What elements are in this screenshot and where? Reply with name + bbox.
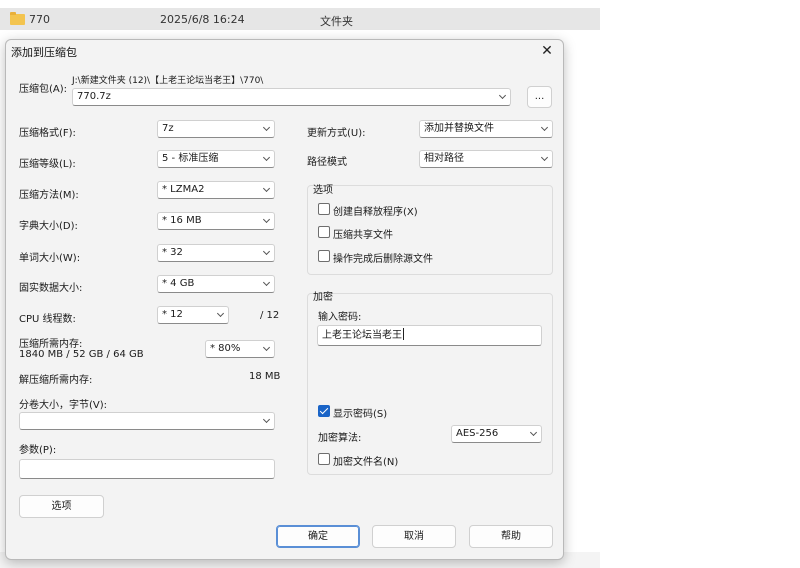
- dict-value: * 16 MB: [162, 215, 202, 226]
- file-name: 770: [29, 13, 50, 26]
- word-value: * 32: [162, 247, 183, 258]
- cpu-label: CPU 线程数:: [19, 314, 76, 325]
- params-input[interactable]: [19, 459, 275, 479]
- show-password-label[interactable]: 显示密码(S): [333, 405, 387, 420]
- archive-path: J:\新建文件夹 (12)\【上老王论坛当老王】\770\: [72, 76, 264, 86]
- format-combo[interactable]: 7z: [157, 120, 275, 138]
- file-date: 2025/6/8 16:24: [160, 13, 245, 26]
- archive-label: 压缩包(A):: [19, 84, 68, 95]
- cancel-button[interactable]: 取消: [372, 525, 456, 548]
- method-combo[interactable]: * LZMA2: [157, 181, 275, 199]
- update-label: 更新方式(U):: [307, 128, 366, 139]
- pathmode-value: 相对路径: [424, 153, 464, 164]
- help-button[interactable]: 帮助: [469, 525, 553, 548]
- mem-compress-value: * 80%: [210, 343, 241, 354]
- chevron-down-icon: [529, 428, 538, 437]
- mem-decompress-label: 解压缩所需内存:: [19, 375, 93, 386]
- volume-combo[interactable]: [19, 412, 275, 430]
- chevron-down-icon: [216, 309, 225, 318]
- explorer-file-row[interactable]: 770 2025/6/8 16:24 文件夹: [0, 8, 600, 30]
- pathmode-combo[interactable]: 相对路径: [419, 150, 553, 168]
- encryption-group-title: 加密: [313, 292, 333, 303]
- chevron-down-icon: [498, 91, 507, 100]
- archive-name-value: 770.7z: [77, 91, 111, 102]
- level-combo[interactable]: 5 - 标准压缩: [157, 150, 275, 168]
- show-password-checkbox[interactable]: [318, 405, 330, 417]
- mem-compress-label: 压缩所需内存:: [19, 339, 83, 350]
- mem-compress-detail: 1840 MB / 52 GB / 64 GB: [19, 349, 144, 360]
- password-value: 上老王论坛当老王: [322, 330, 402, 341]
- shared-checkbox[interactable]: [318, 226, 330, 238]
- text-cursor: [403, 328, 404, 340]
- chevron-down-icon: [262, 278, 271, 287]
- chevron-down-icon: [262, 343, 271, 352]
- add-to-archive-dialog: 添加到压缩包 ✕ 压缩包(A): J:\新建文件夹 (12)\【上老王论坛当老王…: [5, 39, 564, 560]
- chevron-down-icon: [262, 153, 271, 162]
- file-type: 文件夹: [320, 15, 353, 28]
- solid-combo[interactable]: * 4 GB: [157, 275, 275, 293]
- chevron-down-icon: [262, 415, 271, 424]
- encryption-method-combo[interactable]: AES-256: [451, 425, 542, 443]
- encryption-method-label: 加密算法:: [318, 433, 362, 444]
- options-button[interactable]: 选项: [19, 495, 104, 518]
- solid-label: 固实数据大小:: [19, 283, 83, 294]
- password-label: 输入密码:: [318, 312, 362, 323]
- folder-icon: [10, 12, 25, 25]
- chevron-down-icon: [262, 247, 271, 256]
- encrypt-names-label[interactable]: 加密文件名(N): [333, 453, 398, 468]
- dialog-title: 添加到压缩包: [11, 46, 77, 59]
- chevron-down-icon: [262, 184, 271, 193]
- options-group-title: 选项: [313, 185, 333, 196]
- method-value: * LZMA2: [162, 184, 205, 195]
- update-combo[interactable]: 添加并替换文件: [419, 120, 553, 138]
- shared-label[interactable]: 压缩共享文件: [333, 226, 393, 241]
- pathmode-label: 路径模式: [307, 157, 347, 168]
- mem-decompress-value: 18 MB: [249, 371, 281, 382]
- encrypt-names-checkbox[interactable]: [318, 453, 330, 465]
- sfx-checkbox[interactable]: [318, 203, 330, 215]
- params-label: 参数(P):: [19, 445, 57, 456]
- format-label: 压缩格式(F):: [19, 128, 76, 139]
- mem-compress-combo[interactable]: * 80%: [205, 340, 275, 358]
- chevron-down-icon: [262, 215, 271, 224]
- format-value: 7z: [162, 123, 174, 134]
- level-value: 5 - 标准压缩: [162, 153, 219, 164]
- method-label: 压缩方法(M):: [19, 190, 79, 201]
- chevron-down-icon: [540, 153, 549, 162]
- word-label: 单词大小(W):: [19, 253, 81, 264]
- cpu-max: / 12: [260, 310, 280, 321]
- dict-combo[interactable]: * 16 MB: [157, 212, 275, 230]
- level-label: 压缩等级(L):: [19, 159, 76, 170]
- browse-button[interactable]: ...: [527, 86, 552, 108]
- password-input[interactable]: 上老王论坛当老王: [317, 325, 542, 346]
- close-icon[interactable]: ✕: [535, 41, 559, 61]
- volume-label: 分卷大小，字节(V):: [19, 400, 108, 411]
- ok-button[interactable]: 确定: [276, 525, 360, 548]
- chevron-down-icon: [540, 123, 549, 132]
- dict-label: 字典大小(D):: [19, 221, 78, 232]
- delete-checkbox[interactable]: [318, 250, 330, 262]
- delete-label[interactable]: 操作完成后删除源文件: [333, 250, 433, 265]
- cpu-value: * 12: [162, 309, 183, 320]
- solid-value: * 4 GB: [162, 278, 195, 289]
- word-combo[interactable]: * 32: [157, 244, 275, 262]
- cpu-combo[interactable]: * 12: [157, 306, 229, 324]
- update-value: 添加并替换文件: [424, 123, 494, 134]
- chevron-down-icon: [262, 123, 271, 132]
- sfx-label[interactable]: 创建自释放程序(X): [333, 203, 418, 218]
- archive-name-combo[interactable]: 770.7z: [72, 88, 511, 106]
- encryption-method-value: AES-256: [456, 428, 499, 439]
